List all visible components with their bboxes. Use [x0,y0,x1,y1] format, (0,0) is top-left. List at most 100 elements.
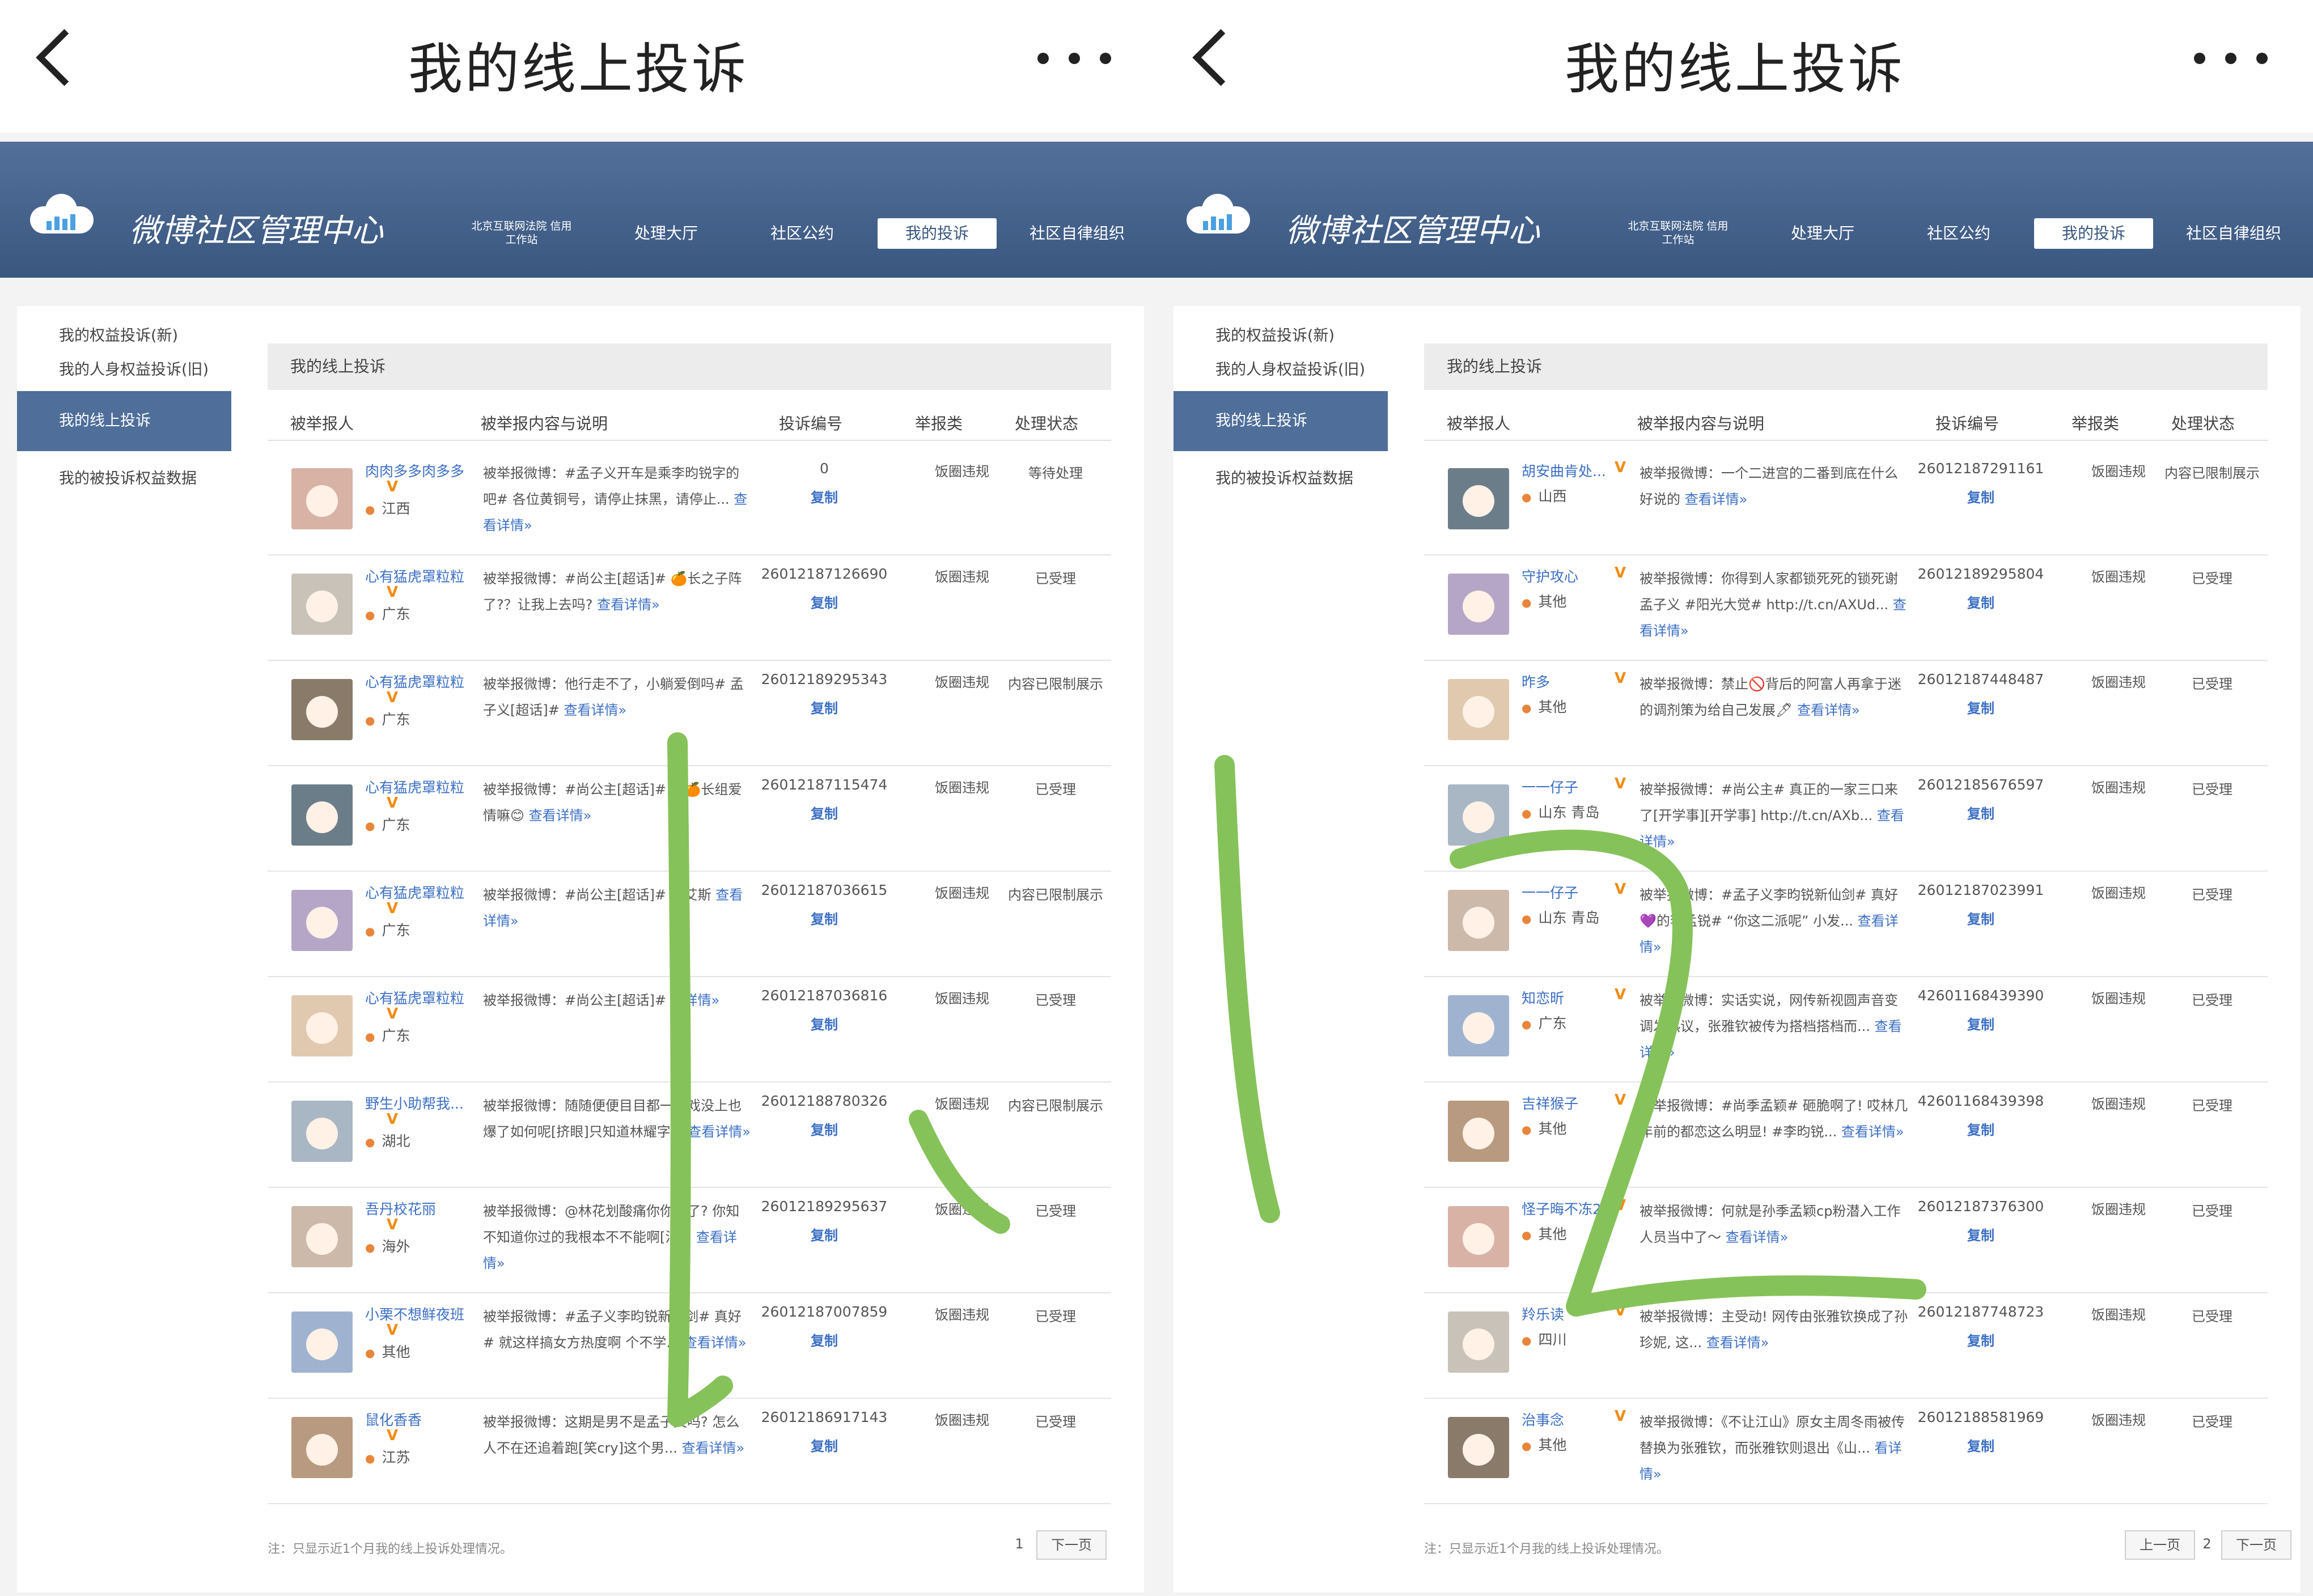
sidebar-item-complained-data[interactable]: 我的被投诉权益数据 [17,466,231,488]
copy-link[interactable]: 复制 [1907,1013,2054,1033]
view-details-link[interactable]: 查看详情» [1685,491,1748,507]
nav-court-station[interactable]: 北京互联网法院 信用工作站 [471,219,573,250]
more-icon[interactable] [1037,53,1111,64]
reported-username[interactable]: 昨多 [1522,671,1629,691]
vip-icon: V [387,689,399,706]
reported-username[interactable]: 心有猛虎罩粒粒 [365,671,473,691]
copy-link[interactable]: 复制 [751,1330,898,1349]
more-icon[interactable] [2194,53,2268,64]
copy-link[interactable]: 复制 [1907,803,2054,822]
copy-link[interactable]: 复制 [1907,1119,2054,1139]
view-details-link[interactable]: 看详情» [671,992,720,1008]
page-number[interactable]: 2 [2196,1530,2218,1557]
view-details-link[interactable]: 查看详情» [1797,702,1860,718]
next-page-button[interactable]: 下一页 [1036,1530,1107,1560]
avatar[interactable] [291,574,353,635]
copy-link[interactable]: 复制 [751,1119,898,1139]
view-details-link[interactable]: 查看详情» [688,1124,751,1140]
reported-username[interactable]: 吾丹校花丽 [365,1198,473,1219]
reported-username[interactable]: 守护攻心 [1522,566,1629,586]
copy-link[interactable]: 复制 [1907,486,2054,506]
view-details-link[interactable]: 查看详情» [684,1335,747,1351]
nav-community-rules[interactable]: 社区公约 [1905,218,2013,249]
reported-username[interactable]: 治事念 [1522,1409,1629,1429]
avatar[interactable] [291,1311,353,1373]
view-details-link[interactable]: 查看详情» [529,808,592,824]
reported-username[interactable]: 心有猛虎罩粒粒 [365,987,473,1008]
reported-username[interactable]: 一一仔子 [1522,776,1629,797]
avatar[interactable] [1448,468,1509,529]
reported-username[interactable]: 心有猛虎罩粒粒 [365,776,473,797]
complaint-description: 被举报微博：#孟子义李昀锐新仙剑# 真好💜的李孟锐# “你这二派呢” 小发...… [1640,887,1899,955]
nav-self-discipline[interactable]: 社区自律组织 [2171,218,2296,249]
status-label: 已受理 [2192,1309,2232,1325]
view-details-link[interactable]: 查看详情» [1726,1229,1789,1245]
avatar[interactable] [1448,890,1509,951]
nav-court-station[interactable]: 北京互联网法院 信用工作站 [1627,219,1729,250]
copy-link[interactable]: 复制 [751,1224,898,1244]
nav-my-complaints[interactable]: 我的投诉 [878,218,997,249]
avatar[interactable] [1448,574,1509,635]
sidebar-item-online[interactable]: 我的线上投诉 [17,391,231,451]
copy-link[interactable]: 复制 [751,486,898,506]
view-details-link[interactable]: 查看详情» [1841,1124,1904,1140]
avatar[interactable] [1448,1101,1509,1162]
view-details-link[interactable]: 查看详情» [564,702,626,718]
avatar[interactable] [291,995,353,1056]
nav-community-rules[interactable]: 社区公约 [748,218,856,249]
avatar[interactable] [291,468,353,529]
page-number[interactable]: 1 [1008,1530,1031,1557]
reported-username[interactable]: 心有猛虎罩粒粒 [365,882,473,902]
copy-link[interactable]: 复制 [1907,697,2054,717]
avatar[interactable] [1448,1206,1509,1267]
avatar[interactable] [1448,679,1509,740]
sidebar-item-rights-new[interactable]: 我的权益投诉(新) [1174,323,1388,345]
copy-link[interactable]: 复制 [751,697,898,717]
next-page-button[interactable]: 下一页 [2221,1530,2291,1560]
avatar[interactable] [291,1417,353,1478]
avatar[interactable] [291,1101,353,1162]
avatar[interactable] [291,1206,353,1267]
view-details-link[interactable]: 查看详情» [682,1440,745,1456]
reported-username[interactable]: 小栗不想鲜夜班 [365,1304,473,1324]
sidebar-item-personal-old[interactable]: 我的人身权益投诉(旧) [17,357,231,379]
sidebar-item-personal-old[interactable]: 我的人身权益投诉(旧) [1174,357,1388,379]
avatar[interactable] [1448,1417,1509,1478]
copy-link[interactable]: 复制 [1907,908,2054,928]
reported-username[interactable]: 知恋昕 [1522,987,1629,1008]
view-details-link[interactable]: 查看详情» [1706,1335,1769,1351]
copy-link[interactable]: 复制 [1907,1330,2054,1349]
nav-self-discipline[interactable]: 社区自律组织 [1015,218,1139,249]
reported-username[interactable]: 胡安曲肯处... [1522,460,1629,481]
sidebar-item-complained-data[interactable]: 我的被投诉权益数据 [1174,466,1388,488]
reported-username[interactable]: 一一仔子 [1522,882,1629,902]
copy-link[interactable]: 复制 [1907,592,2054,612]
copy-link[interactable]: 复制 [751,1013,898,1033]
avatar[interactable] [291,679,353,740]
avatar[interactable] [1448,1311,1509,1373]
reported-username[interactable]: 肉肉多多肉多多 [365,460,473,481]
reported-username[interactable]: 吉祥猴子 [1522,1093,1629,1113]
copy-link[interactable]: 复制 [751,592,898,612]
nav-processing-hall[interactable]: 处理大厅 [612,218,720,249]
copy-link[interactable]: 复制 [1907,1224,2054,1244]
copy-link[interactable]: 复制 [751,1435,898,1455]
reported-username[interactable]: 怪子晦不冻22 [1522,1198,1629,1219]
avatar[interactable] [291,890,353,951]
view-details-link[interactable]: 查看详情» [597,597,660,613]
sidebar-item-rights-new[interactable]: 我的权益投诉(新) [17,323,231,345]
avatar[interactable] [1448,995,1509,1056]
avatar[interactable] [291,784,353,846]
reported-username[interactable]: 心有猛虎罩粒粒 [365,566,473,586]
prev-page-button[interactable]: 上一页 [2125,1530,2195,1560]
reported-username[interactable]: 鼠化香香 [365,1409,473,1429]
nav-my-complaints[interactable]: 我的投诉 [2034,218,2153,249]
avatar[interactable] [1448,784,1509,846]
reported-username[interactable]: 野生小助帮我... [365,1093,473,1113]
copy-link[interactable]: 复制 [751,803,898,822]
sidebar-item-online[interactable]: 我的线上投诉 [1174,391,1388,451]
copy-link[interactable]: 复制 [1907,1435,2054,1455]
nav-processing-hall[interactable]: 处理大厅 [1769,218,1876,249]
reported-username[interactable]: 羚乐读 [1522,1304,1629,1324]
copy-link[interactable]: 复制 [751,908,898,928]
